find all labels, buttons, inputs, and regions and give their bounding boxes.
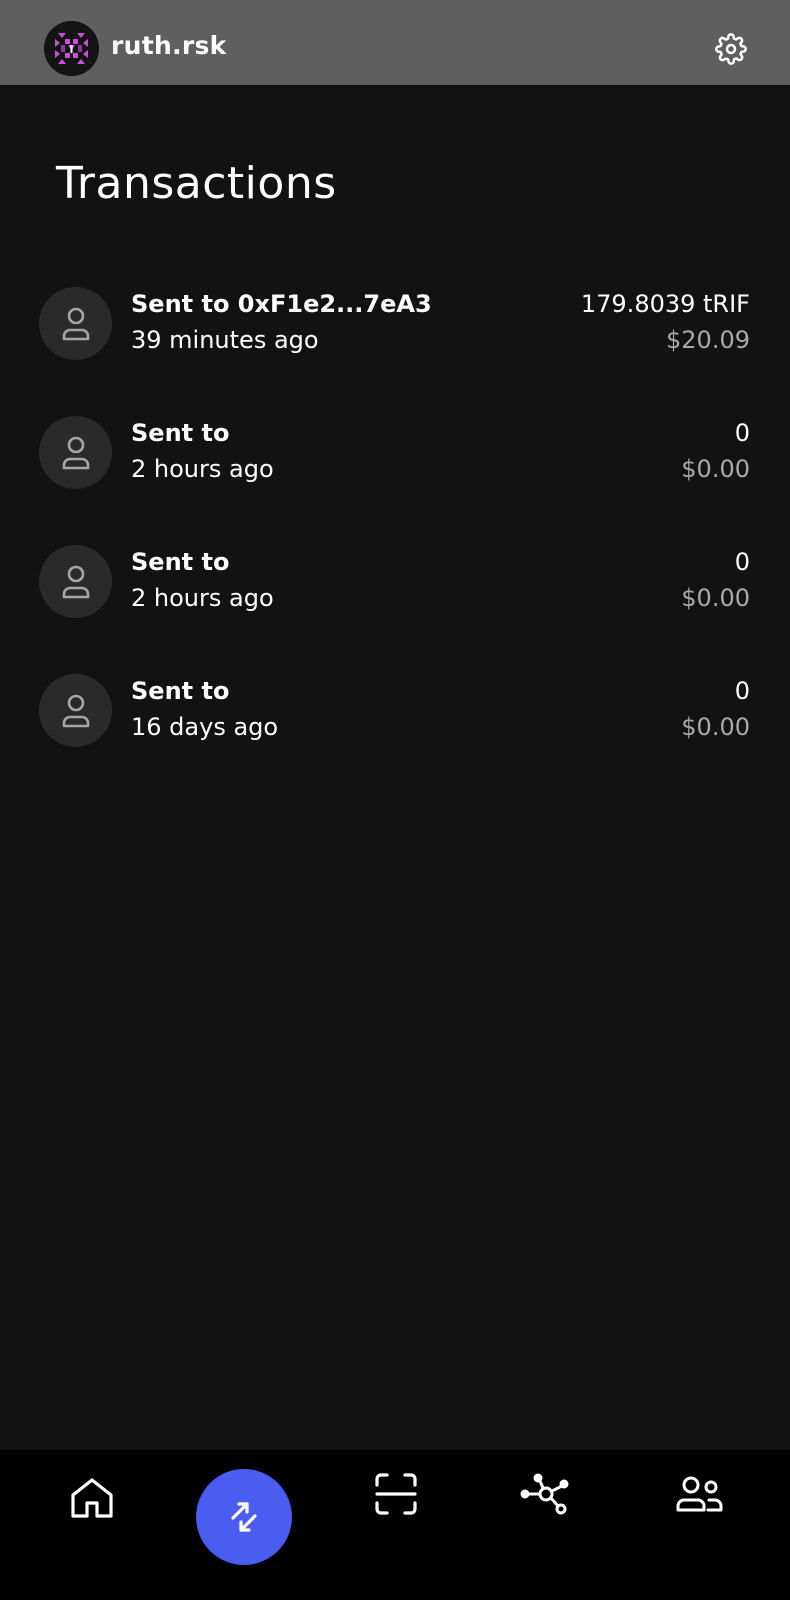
nav-dapps-button[interactable]: [518, 1468, 574, 1520]
nav-contacts-button[interactable]: [672, 1468, 728, 1520]
top-bar: ruth.rsk: [0, 0, 790, 85]
user-icon: [62, 565, 89, 598]
user-icon: [62, 307, 89, 340]
transfer-arrows-icon: [231, 1502, 257, 1532]
transaction-title: Sent to: [131, 548, 230, 576]
transaction-amount: 0: [734, 677, 750, 705]
transaction-amount: 0: [734, 548, 750, 576]
transaction-row[interactable]: Sent to 0xF1e2...7eA3 39 minutes ago 179…: [0, 287, 790, 397]
transaction-row[interactable]: Sent to 2 hours ago 0 $0.00: [0, 545, 790, 655]
transaction-row[interactable]: Sent to 2 hours ago 0 $0.00: [0, 416, 790, 526]
contact-avatar: [39, 416, 112, 489]
nav-transactions-button[interactable]: [196, 1469, 292, 1565]
user-icon: [62, 694, 89, 727]
contact-avatar: [39, 674, 112, 747]
scan-icon: [375, 1473, 417, 1515]
settings-button[interactable]: [713, 31, 749, 67]
gear-icon: [715, 33, 747, 65]
identicon-avatar[interactable]: [44, 21, 99, 76]
contact-avatar: [39, 287, 112, 360]
transaction-usd-value: $0.00: [681, 455, 750, 483]
transaction-time: 2 hours ago: [131, 455, 274, 483]
transaction-amount: 0: [734, 419, 750, 447]
contact-avatar: [39, 545, 112, 618]
transaction-time: 16 days ago: [131, 713, 279, 741]
transaction-usd-value: $20.09: [666, 326, 750, 354]
transaction-row[interactable]: Sent to 16 days ago 0 $0.00: [0, 674, 790, 784]
nav-scan-button[interactable]: [370, 1468, 422, 1520]
contacts-icon: [676, 1476, 723, 1512]
home-icon: [71, 1478, 113, 1518]
transaction-title: Sent to: [131, 419, 230, 447]
bottom-navigation: [0, 1450, 790, 1600]
transaction-time: 2 hours ago: [131, 584, 274, 612]
account-name: ruth.rsk: [111, 31, 227, 60]
transaction-title: Sent to 0xF1e2...7eA3: [131, 290, 432, 318]
transaction-time: 39 minutes ago: [131, 326, 319, 354]
transaction-title: Sent to: [131, 677, 230, 705]
transaction-usd-value: $0.00: [681, 713, 750, 741]
dapps-network-icon: [520, 1473, 569, 1515]
transaction-usd-value: $0.00: [681, 584, 750, 612]
transaction-amount: 179.8039 tRIF: [580, 290, 750, 318]
user-icon: [62, 436, 89, 469]
app-screen: ruth.rsk Transactions Sent to 0xF1e2...7…: [0, 0, 790, 1600]
nav-home-button[interactable]: [66, 1472, 118, 1524]
page-title: Transactions: [56, 158, 337, 209]
